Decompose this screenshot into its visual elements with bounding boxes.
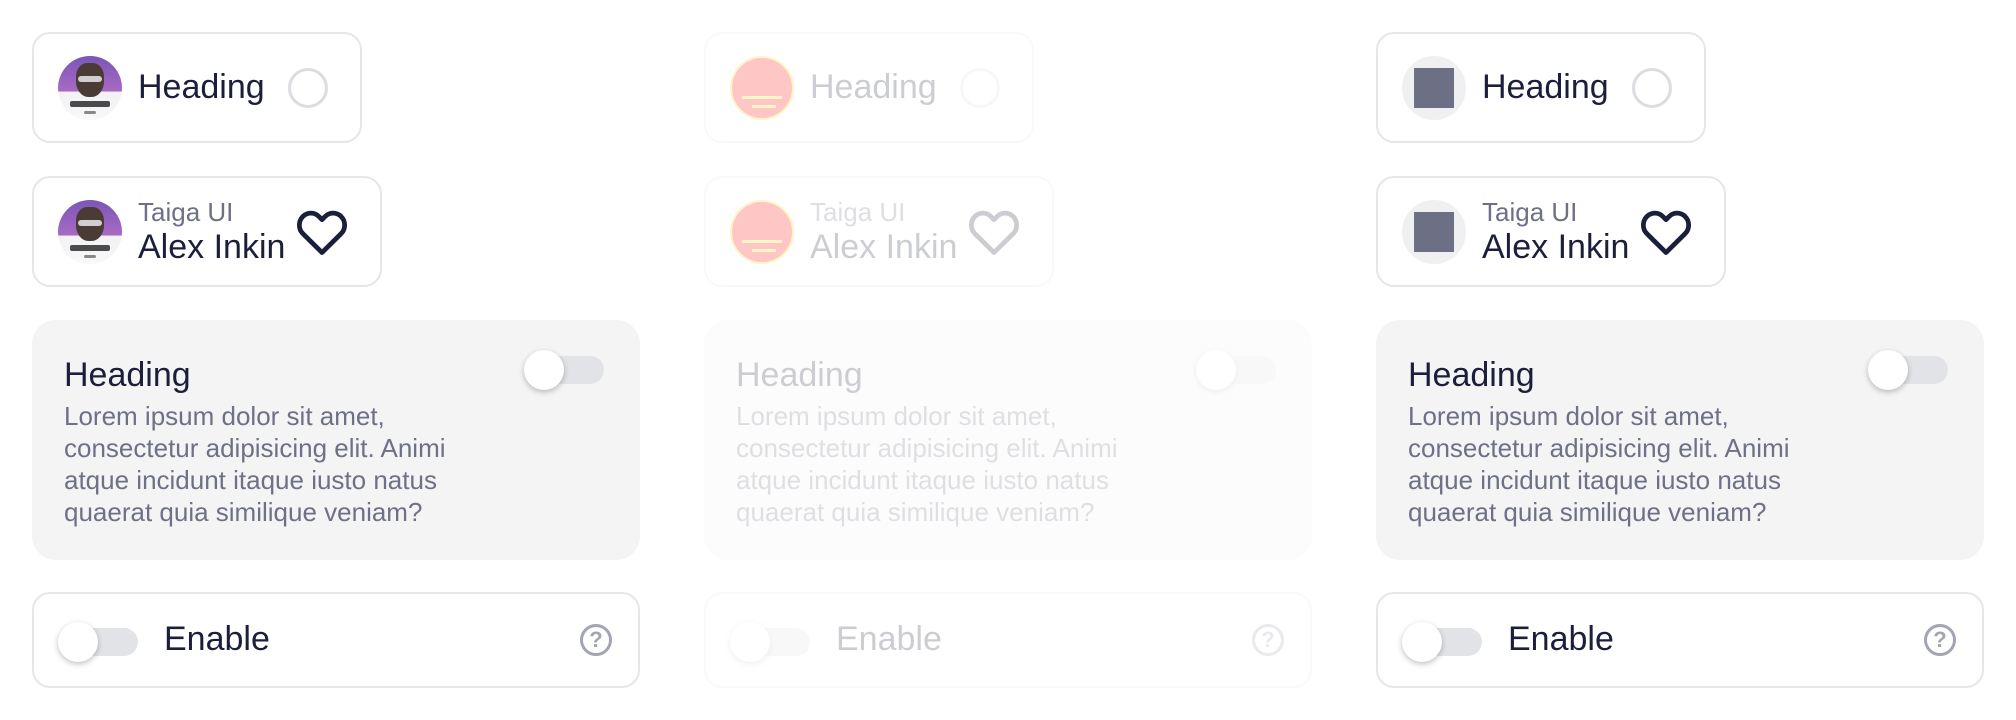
card-heading: Heading (810, 68, 937, 106)
toggle-knob (1868, 350, 1908, 390)
toggle-knob (1402, 622, 1442, 662)
avatar (730, 199, 794, 264)
radio-icon[interactable] (288, 67, 328, 108)
avatar (1402, 199, 1466, 264)
radio-icon[interactable] (1632, 67, 1672, 108)
avatar (1402, 55, 1466, 120)
card-heading: Heading (736, 356, 863, 394)
avatar (58, 55, 122, 120)
medium-card[interactable]: Taiga UI Alex Inkin (32, 176, 382, 287)
column-3: Heading Taiga UI Alex Inkin Heading Lore… (1344, 0, 1984, 720)
toggle-knob (730, 622, 770, 662)
toggle-knob (524, 350, 564, 390)
enable-label: Enable (836, 620, 942, 658)
toggle-switch[interactable] (524, 350, 604, 390)
enable-card[interactable]: Enable ? (1376, 592, 1984, 688)
toggle-card: Heading Lorem ipsum dolor sit amet, cons… (704, 320, 1312, 560)
enable-toggle[interactable] (1402, 622, 1482, 662)
text-stack: Taiga UI Alex Inkin (138, 197, 285, 267)
enable-card[interactable]: Enable ? (32, 592, 640, 688)
medium-card[interactable]: Taiga UI Alex Inkin (1376, 176, 1726, 287)
column-1: Heading Taiga UI Alex Inkin Heading Lore… (0, 0, 640, 720)
toggle-switch (1196, 350, 1276, 390)
small-card[interactable]: Heading (32, 32, 362, 143)
text-stack: Taiga UI Alex Inkin (810, 197, 957, 267)
small-card: Heading (704, 32, 1034, 143)
avatar (730, 55, 794, 120)
enable-label: Enable (164, 620, 270, 658)
card-heading: Heading (1482, 68, 1609, 106)
enable-toggle[interactable] (58, 622, 138, 662)
heart-icon[interactable] (296, 208, 348, 256)
card-description: Lorem ipsum dolor sit amet, consectetur … (1408, 401, 1790, 527)
card-name: Alex Inkin (1482, 227, 1630, 266)
card-heading: Heading (138, 68, 265, 106)
card-name: Alex Inkin (810, 227, 958, 266)
enable-label: Enable (1508, 620, 1614, 658)
card-description: Lorem ipsum dolor sit amet, consectetur … (64, 401, 446, 527)
card-subtitle: Taiga UI (138, 196, 234, 227)
toggle-card[interactable]: Heading Lorem ipsum dolor sit amet, cons… (32, 320, 640, 560)
toggle-switch[interactable] (1868, 350, 1948, 390)
heart-icon (968, 210, 1020, 255)
help-circle-icon[interactable]: ? (1924, 624, 1956, 656)
text-stack: Taiga UI Alex Inkin (1482, 197, 1629, 267)
toggle-knob (58, 622, 98, 662)
avatar (58, 199, 122, 264)
card-subtitle: Taiga UI (810, 196, 906, 227)
radio-icon (960, 67, 1000, 108)
help-circle-icon[interactable]: ? (580, 624, 612, 656)
enable-card: Enable ? (704, 592, 1312, 688)
heart-icon[interactable] (1640, 208, 1692, 256)
small-card[interactable]: Heading (1376, 32, 1706, 143)
card-subtitle: Taiga UI (1482, 196, 1578, 227)
toggle-card[interactable]: Heading Lorem ipsum dolor sit amet, cons… (1376, 320, 1984, 560)
medium-card: Taiga UI Alex Inkin (704, 176, 1054, 287)
card-heading: Heading (1408, 356, 1535, 394)
column-2-disabled: Heading Taiga UI Alex Inkin Heading Lore… (672, 0, 1312, 720)
help-circle-icon: ? (1252, 624, 1284, 656)
card-heading: Heading (64, 356, 191, 394)
card-description: Lorem ipsum dolor sit amet, consectetur … (736, 401, 1118, 527)
card-name: Alex Inkin (138, 227, 286, 266)
enable-toggle (730, 622, 810, 662)
toggle-knob (1196, 350, 1236, 390)
